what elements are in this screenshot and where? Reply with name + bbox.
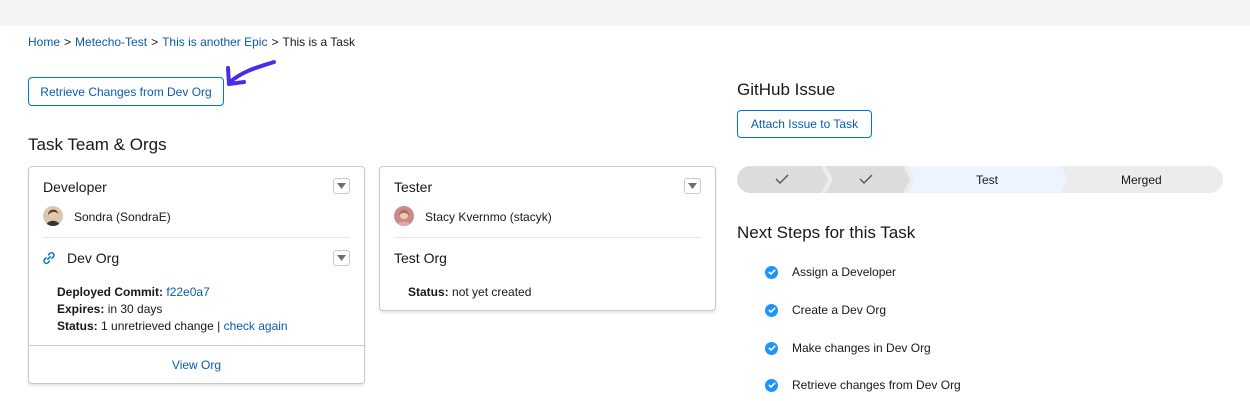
next-step-item: Create a Dev Org <box>765 302 886 318</box>
checkmark-circle-icon <box>765 341 778 355</box>
developer-menu-dropdown[interactable] <box>333 178 350 194</box>
dev-org-title: Dev Org <box>67 250 120 266</box>
status-label: Status: <box>57 319 98 333</box>
next-steps-heading: Next Steps for this Task <box>737 223 916 242</box>
developer-title: Developer <box>43 179 107 195</box>
avatar <box>394 206 414 226</box>
path-stage-label: Test <box>976 173 999 187</box>
next-step-label: Retrieve changes from Dev Org <box>792 378 961 392</box>
view-org-link[interactable]: View Org <box>172 358 221 372</box>
expires-label: Expires: <box>57 302 105 316</box>
retrieve-changes-button[interactable]: Retrieve Changes from Dev Org <box>28 77 224 106</box>
status-label: Status: <box>408 285 449 299</box>
check-again-link[interactable]: check again <box>224 319 288 333</box>
task-status-path: Test Merged <box>737 166 1223 193</box>
tester-name: Stacy Kvernmo (stacyk) <box>425 210 552 224</box>
breadcrumb-epic[interactable]: This is another Epic <box>162 35 267 49</box>
breadcrumb-home[interactable]: Home <box>28 35 60 49</box>
status-value: 1 unretrieved change | <box>101 319 221 333</box>
next-step-item: Retrieve changes from Dev Org <box>765 377 961 393</box>
annotation-arrow-icon <box>226 60 276 86</box>
top-bar <box>0 0 1250 26</box>
avatar <box>43 206 63 226</box>
tester-title: Tester <box>394 179 433 195</box>
test-org-status-row: Status: not yet created <box>408 284 531 301</box>
developer-card: Developer Sondra (SondraE) Dev Org Deplo… <box>28 166 365 384</box>
chevron-down-icon <box>688 183 697 189</box>
checkmark-circle-icon <box>765 265 778 279</box>
path-stage-1[interactable] <box>737 166 828 193</box>
next-step-item: Make changes in Dev Org <box>765 340 931 356</box>
link-icon <box>43 252 55 264</box>
divider <box>394 237 701 238</box>
next-step-label: Create a Dev Org <box>792 303 887 317</box>
breadcrumb-separator: > <box>151 35 159 49</box>
breadcrumb-project[interactable]: Metecho-Test <box>75 35 147 49</box>
divider <box>43 237 350 238</box>
tester-card: Tester Stacy Kvernmo (stacyk) Test Org S… <box>379 166 716 311</box>
deployed-commit-row: Deployed Commit: f22e0a7 <box>57 284 210 301</box>
dev-org-menu-dropdown[interactable] <box>333 250 350 266</box>
breadcrumb-current-task: This is a Task <box>282 35 355 49</box>
checkmark-circle-icon <box>765 378 778 392</box>
next-step-label: Make changes in Dev Org <box>792 341 931 355</box>
breadcrumb-separator: > <box>271 35 279 49</box>
tester-menu-dropdown[interactable] <box>684 178 701 194</box>
expires-value: in 30 days <box>107 302 163 316</box>
test-org-title: Test Org <box>394 250 447 266</box>
developer-name: Sondra (SondraE) <box>74 210 171 224</box>
dev-org-status-row: Status: 1 unretrieved change | check aga… <box>57 318 288 335</box>
expires-row: Expires: in 30 days <box>57 301 162 318</box>
chevron-down-icon <box>337 183 346 189</box>
deployed-commit-link[interactable]: f22e0a7 <box>166 285 209 299</box>
breadcrumb-separator: > <box>64 35 72 49</box>
card-footer: View Org <box>29 345 364 383</box>
breadcrumb: Home > Metecho-Test > This is another Epic > T… <box>28 35 355 49</box>
path-stage-label: Merged <box>1121 173 1162 187</box>
status-value: not yet created <box>452 285 532 299</box>
next-step-item: Assign a Developer <box>765 264 896 280</box>
team-heading: Task Team & Orgs <box>28 135 167 154</box>
github-issue-heading: GitHub Issue <box>737 80 836 99</box>
chevron-down-icon <box>337 255 346 261</box>
deployed-commit-label: Deployed Commit: <box>57 285 164 299</box>
attach-issue-button[interactable]: Attach Issue to Task <box>737 110 872 138</box>
next-step-label: Assign a Developer <box>792 265 897 279</box>
checkmark-circle-icon <box>765 303 778 317</box>
